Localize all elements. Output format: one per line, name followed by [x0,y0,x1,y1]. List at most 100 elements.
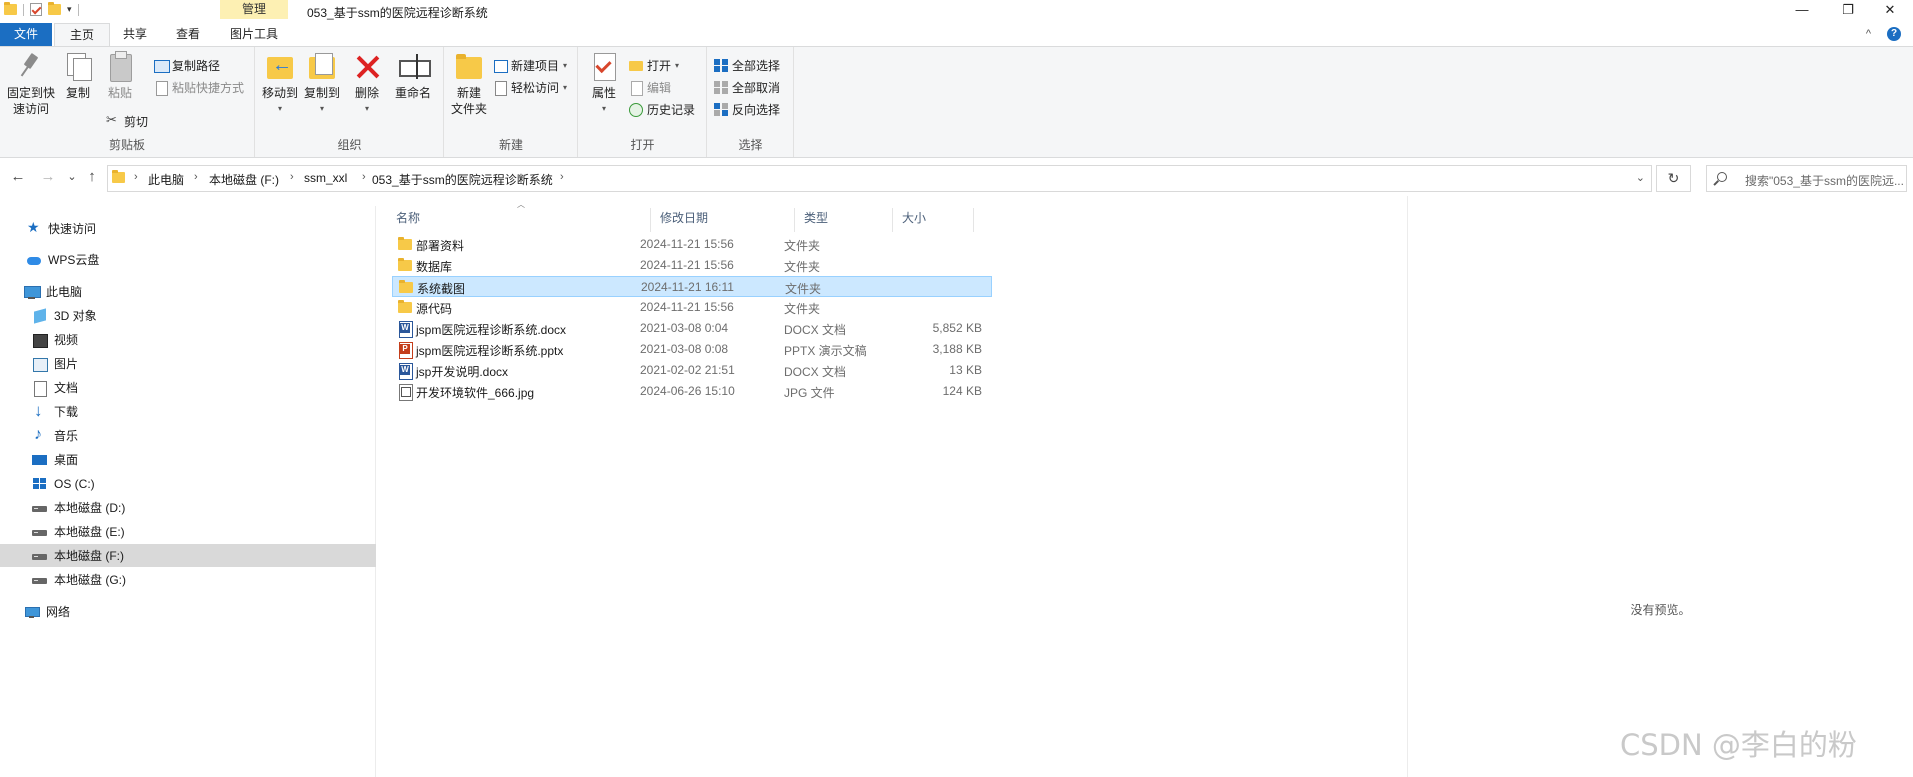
separator [77,3,79,16]
nav-item-videos[interactable]: 视频 [0,328,376,351]
select-none-button[interactable]: 全部取消 [714,79,780,96]
recent-locations-button[interactable]: ⌄ [62,170,82,183]
history-button[interactable]: 历史记录 [629,101,695,118]
nav-item-pictures[interactable]: 图片 [0,352,376,375]
tab-file[interactable]: 文件 [0,23,52,46]
nav-item-3d-objects[interactable]: 3D 对象 [0,304,376,327]
copy-path-button[interactable]: 复制路径 [154,57,220,74]
back-button[interactable]: ← [8,168,28,185]
tab-view[interactable]: 查看 [162,23,214,46]
up-button[interactable]: ↑ [82,168,102,185]
search-input[interactable]: 搜索"053_基于ssm的医院远... [1706,165,1907,192]
nav-item-this-pc[interactable]: 此电脑 [0,280,376,303]
select-all-label: 全部选择 [732,59,781,73]
file-row-source-code[interactable]: 源代码 2024-11-21 15:56 文件夹 [392,297,992,318]
folder-icon [399,280,413,293]
column-header-size[interactable]: 大小 [894,208,974,232]
properties-button[interactable]: 属性 ▾ [589,51,619,117]
word-doc-icon [398,363,413,380]
nav-item-wps-cloud[interactable]: WPS云盘 [0,248,376,271]
easy-access-button[interactable]: 轻松访问 ▾ [493,79,567,96]
column-header-name[interactable]: 名称 [388,208,651,232]
breadcrumb-ssm-xxl[interactable]: ssm_xxl [304,171,347,185]
collapse-ribbon-button[interactable]: ^ [1866,28,1871,40]
select-none-icon [714,81,728,94]
invert-selection-button[interactable]: 反向选择 [714,101,780,118]
folder-icon[interactable] [4,2,17,15]
delete-button[interactable]: 删除 ▾ [350,51,384,117]
tab-home[interactable]: 主页 [54,23,110,46]
file-row-jspm-docx[interactable]: jspm医院远程诊断系统.docx 2021-03-08 0:04 DOCX 文… [392,318,992,339]
breadcrumb-drive-f[interactable]: 本地磁盘 (F:) [209,171,279,188]
nav-item-drive-g[interactable]: 本地磁盘 (G:) [0,568,376,591]
file-row-screenshots[interactable]: 系统截图 2024-11-21 16:11 文件夹 [392,276,992,297]
nav-item-drive-d[interactable]: 本地磁盘 (D:) [0,496,376,519]
paste-shortcut-button[interactable]: 粘贴快捷方式 [154,79,244,96]
rename-button[interactable]: 重命名 [392,51,434,101]
network-icon [24,605,40,619]
navigation-pane: 快速访问 WPS云盘 此电脑 3D 对象 视频 图片 文档 下载 音乐 桌面 O… [0,206,376,777]
tab-share[interactable]: 共享 [112,23,158,46]
nav-item-label: 文档 [54,381,79,395]
tab-picture-tools[interactable]: 图片工具 [220,23,288,46]
nav-item-network[interactable]: 网络 [0,600,376,623]
file-type: DOCX 文档 [784,323,847,337]
new-folder-icon[interactable] [48,2,61,15]
breadcrumb-this-pc[interactable]: 此电脑 [148,171,184,188]
copy-button[interactable]: 复制 [60,51,96,101]
nav-item-downloads[interactable]: 下载 [0,400,376,423]
chevron-down-icon: ▾ [601,104,606,113]
copy-to-button[interactable]: 复制到 ▾ [302,51,342,117]
file-type: PPTX 演示文稿 [784,344,867,358]
paste-button[interactable]: 粘贴 [102,51,138,101]
file-row-jspm-pptx[interactable]: jspm医院远程诊断系统.pptx 2021-03-08 0:08 PPTX 演… [392,339,992,360]
3d-objects-icon [32,309,48,323]
nav-item-drive-f[interactable]: 本地磁盘 (F:) [0,544,376,567]
new-item-button[interactable]: 新建项目 ▾ [493,57,567,74]
address-history-dropdown-icon[interactable]: ⌄ [1636,171,1645,184]
column-header-type[interactable]: 类型 [796,208,893,232]
pin-label-1: 固定到快 [6,86,55,100]
chevron-right-icon[interactable]: › [194,171,198,183]
forward-button[interactable]: → [38,168,58,185]
help-icon[interactable]: ? [1887,27,1901,41]
nav-item-desktop[interactable]: 桌面 [0,448,376,471]
pin-quick-access-button[interactable]: 固定到快 速访问 [6,51,56,117]
chevron-down-icon: ▾ [319,104,324,113]
open-button[interactable]: 打开 ▾ [629,57,679,74]
invert-selection-label: 反向选择 [732,103,781,117]
file-name: 源代码 [416,302,453,316]
file-size: 5,852 KB [932,321,982,335]
nav-item-os-c[interactable]: OS (C:) [0,472,376,495]
file-row-database[interactable]: 数据库 2024-11-21 15:56 文件夹 [392,255,992,276]
breadcrumb-current-folder[interactable]: 053_基于ssm的医院远程诊断系统 [372,171,553,188]
edit-button[interactable]: 编辑 [629,79,671,96]
properties-check-icon[interactable] [30,3,42,16]
nav-item-music[interactable]: 音乐 [0,424,376,447]
os-drive-icon [32,477,48,491]
drive-icon [32,549,48,563]
nav-item-drive-e[interactable]: 本地磁盘 (E:) [0,520,376,543]
column-header-date[interactable]: 修改日期 [652,208,795,232]
file-row-jsp-docx[interactable]: jsp开发说明.docx 2021-02-02 21:51 DOCX 文档 13… [392,360,992,381]
manage-context-tab[interactable]: 管理 [220,0,288,19]
address-bar[interactable]: › 此电脑 › 本地磁盘 (F:) › ssm_xxl › 053_基于ssm的… [107,165,1652,192]
move-to-button[interactable]: 移动到 ▾ [260,51,300,117]
chevron-right-icon[interactable]: › [134,171,138,183]
file-row-env-jpg[interactable]: 开发环境软件_666.jpg 2024-06-26 15:10 JPG 文件 1… [392,381,992,402]
file-row-deploy[interactable]: 部署资料 2024-11-21 15:56 文件夹 [392,234,992,255]
chevron-right-icon[interactable]: › [560,171,564,183]
nav-item-documents[interactable]: 文档 [0,376,376,399]
desktop-icon [32,453,48,467]
new-folder-button[interactable]: 新建 文件夹 [449,51,489,117]
customize-dropdown-icon[interactable]: ▾ [67,4,72,15]
cut-label: 剪切 [124,115,149,129]
refresh-button[interactable]: ↻ [1656,165,1691,192]
file-type: JPG 文件 [784,386,835,400]
nav-item-label: OS (C:) [54,476,95,491]
select-all-button[interactable]: 全部选择 [714,57,780,74]
cut-button[interactable]: 剪切 [106,112,149,130]
chevron-right-icon[interactable]: › [362,171,366,183]
nav-item-quick-access[interactable]: 快速访问 [0,217,376,240]
chevron-right-icon[interactable]: › [290,171,294,183]
